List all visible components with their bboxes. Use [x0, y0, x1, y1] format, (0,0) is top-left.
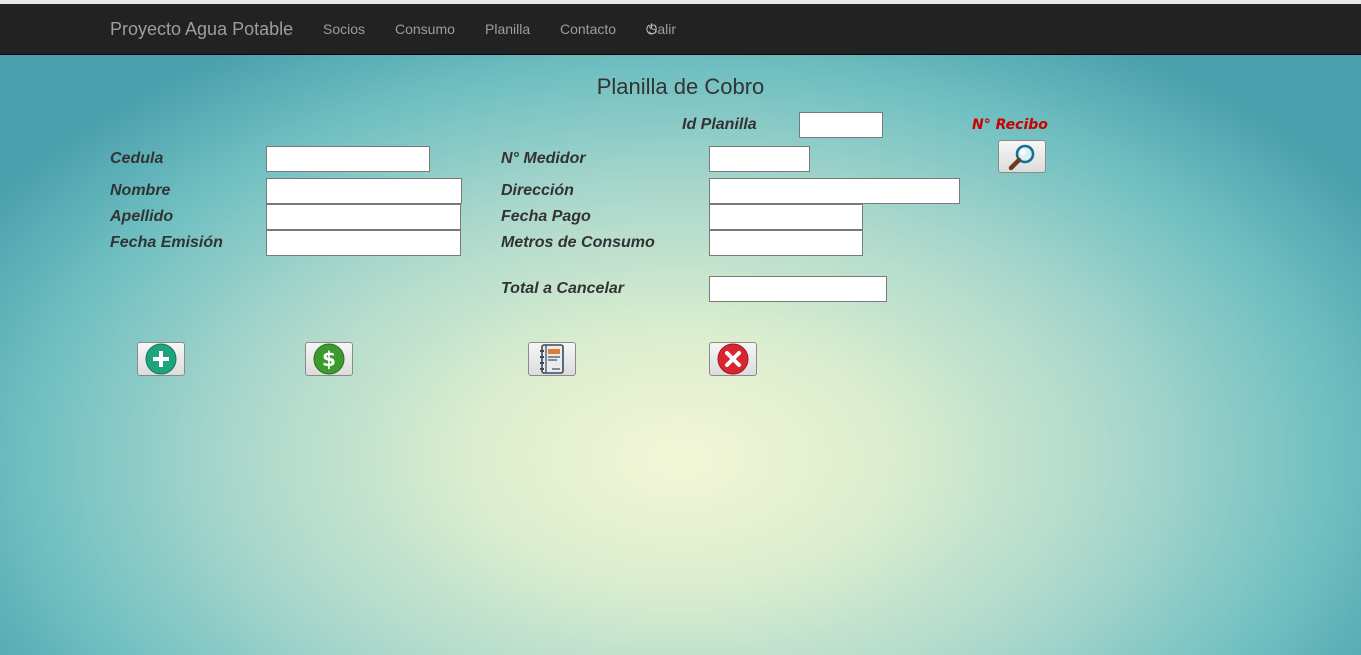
medidor-label: N° Medidor — [501, 150, 586, 167]
total-field[interactable] — [709, 276, 887, 302]
plus-icon — [145, 343, 177, 375]
metros-label: Metros de Consumo — [501, 234, 655, 251]
pay-button[interactable]: $ — [305, 342, 353, 376]
navbar: Proyecto Agua Potable Socios Consumo Pla… — [0, 4, 1361, 55]
page-title: Planilla de Cobro — [596, 74, 765, 99]
search-button[interactable] — [998, 140, 1046, 173]
fecha-pago-field[interactable] — [709, 204, 863, 230]
recibo-label: N° Recibo — [972, 117, 1048, 133]
fecha-emision-label: Fecha Emisión — [110, 234, 223, 251]
nav-contacto[interactable]: Contacto — [560, 21, 616, 37]
dollar-icon: $ — [313, 343, 345, 375]
nombre-label: Nombre — [110, 182, 171, 199]
nav-planilla[interactable]: Planilla — [485, 21, 530, 37]
direccion-field[interactable] — [709, 178, 960, 204]
fecha-pago-label: Fecha Pago — [501, 208, 591, 225]
fecha-emision-field[interactable] — [266, 230, 461, 256]
id-planilla-label: Id Planilla — [682, 116, 757, 133]
nav-salir[interactable]: ⏻ Salir — [646, 21, 676, 37]
metros-field[interactable] — [709, 230, 863, 256]
cancel-button[interactable] — [709, 342, 757, 376]
svg-text:$: $ — [322, 347, 336, 371]
id-planilla-field[interactable] — [799, 112, 883, 138]
nombre-field[interactable] — [266, 178, 462, 204]
power-icon: ⏻ — [646, 21, 658, 37]
direccion-label: Dirección — [501, 182, 574, 199]
cedula-field[interactable] — [266, 146, 430, 172]
total-label: Total a Cancelar — [501, 280, 625, 297]
nav-socios[interactable]: Socios — [323, 21, 365, 37]
apellido-label: Apellido — [110, 208, 174, 225]
notebook-icon — [540, 344, 564, 374]
apellido-field[interactable] — [266, 204, 461, 230]
close-icon — [717, 343, 749, 375]
brand-link[interactable]: Proyecto Agua Potable — [110, 19, 293, 40]
cedula-label: Cedula — [110, 150, 164, 167]
search-icon — [1008, 144, 1035, 170]
nav-consumo[interactable]: Consumo — [395, 21, 455, 37]
medidor-field[interactable] — [709, 146, 810, 172]
add-button[interactable] — [137, 342, 185, 376]
report-button[interactable] — [528, 342, 576, 376]
